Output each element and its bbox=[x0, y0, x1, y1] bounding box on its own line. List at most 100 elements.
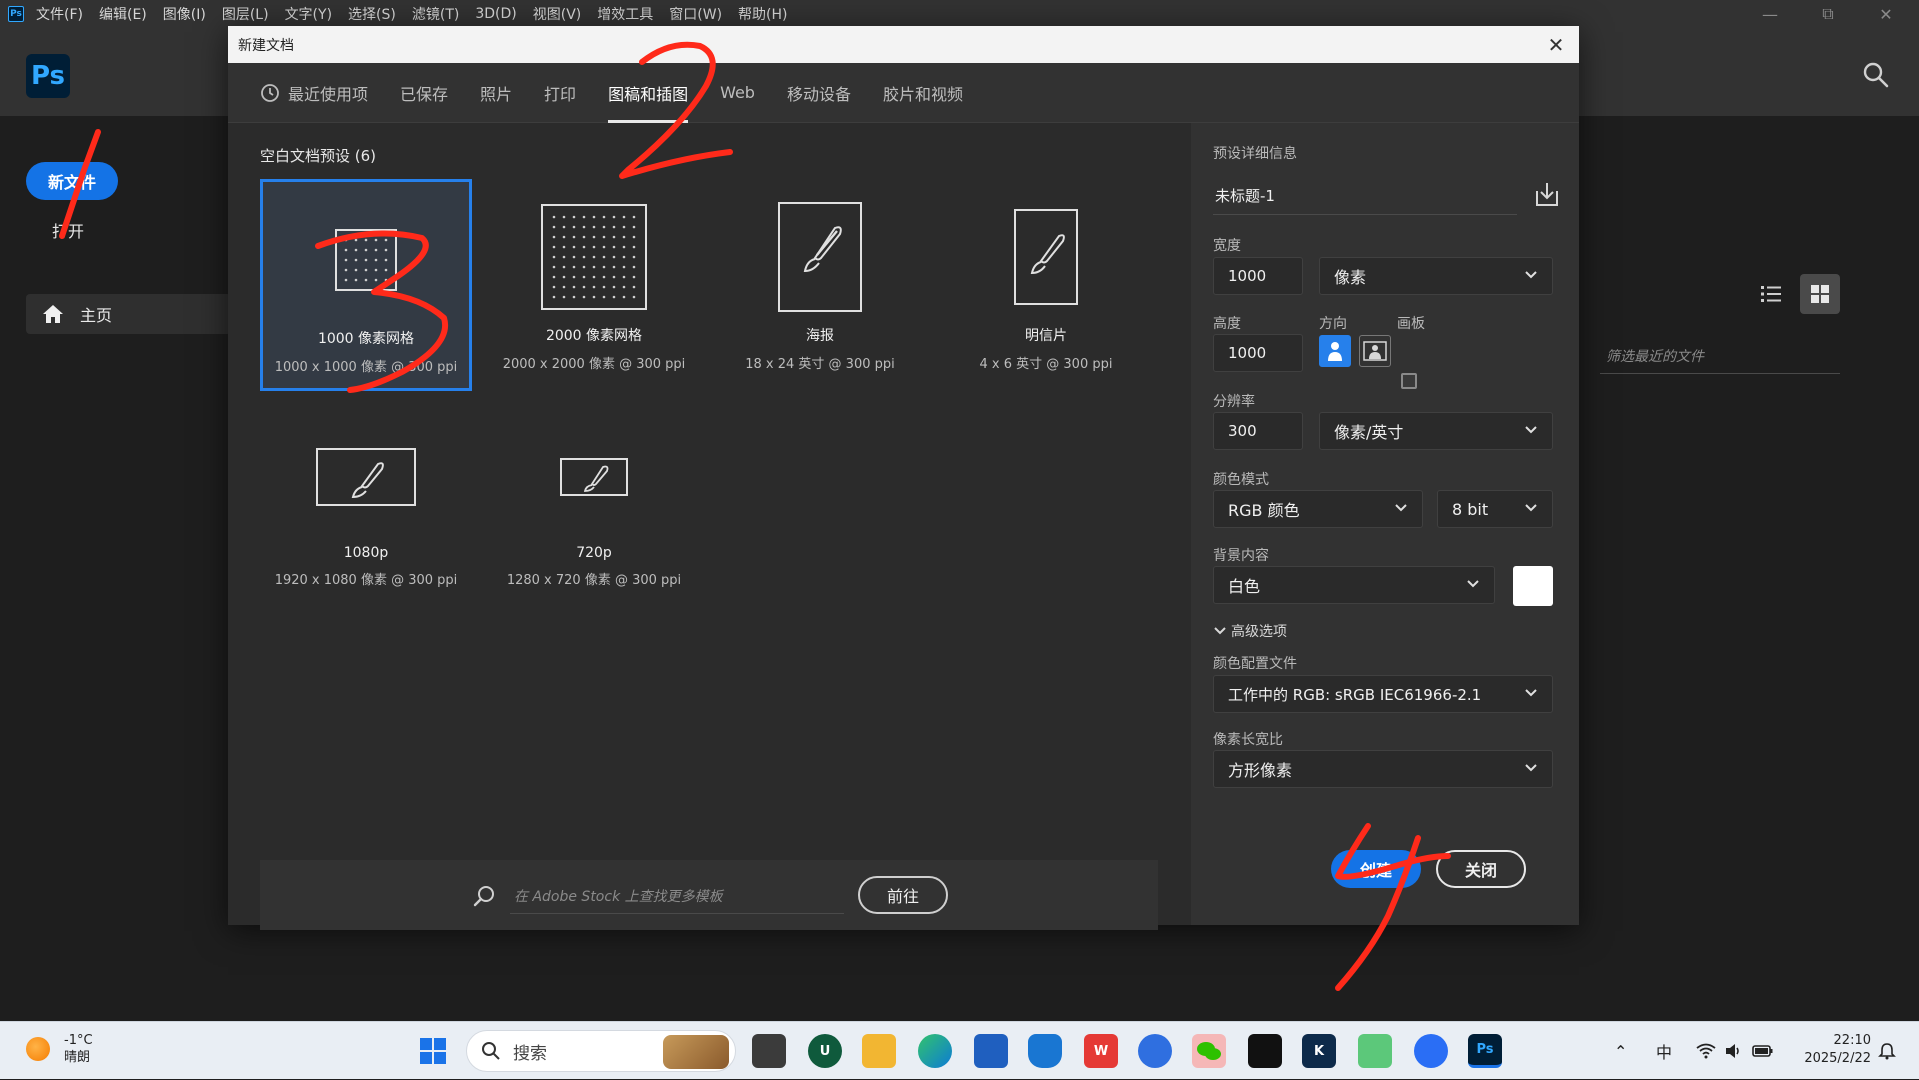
preset-card[interactable]: 720p 1280 x 720 像素 @ 300 ppi bbox=[488, 399, 700, 611]
taskbar-search[interactable]: 搜索 bbox=[466, 1030, 736, 1072]
sidebar-item-label: 主页 bbox=[80, 306, 113, 325]
file-explorer-icon[interactable] bbox=[862, 1034, 896, 1068]
filter-recent-input[interactable]: 筛选最近的文件 bbox=[1600, 338, 1840, 374]
color-mode-select[interactable]: RGB 颜色 bbox=[1213, 490, 1423, 528]
tab-art-illustration[interactable]: 图稿和插图 bbox=[608, 63, 689, 123]
menu-3d[interactable]: 3D(D) bbox=[475, 6, 516, 22]
dialog-titlebar: 新建文档 ✕ bbox=[228, 26, 1579, 63]
preset-desc: 18 x 24 英寸 @ 300 ppi bbox=[745, 357, 895, 372]
preset-card[interactable]: 海报 18 x 24 英寸 @ 300 ppi bbox=[714, 179, 926, 391]
battery-icon[interactable] bbox=[1752, 1022, 1774, 1080]
window-close-icon[interactable]: ✕ bbox=[1857, 0, 1915, 28]
pixel-ratio-select[interactable]: 方形像素 bbox=[1213, 750, 1553, 788]
edge-icon[interactable] bbox=[918, 1034, 952, 1068]
preset-card[interactable]: 1000 像素网格 1000 x 1000 像素 @ 300 ppi bbox=[260, 179, 472, 391]
task-view-icon[interactable] bbox=[752, 1034, 786, 1068]
width-unit-select[interactable]: 像素 bbox=[1319, 257, 1553, 295]
remote-desktop-icon[interactable] bbox=[1358, 1034, 1392, 1068]
artboard-checkbox[interactable] bbox=[1401, 373, 1417, 389]
grid-view-icon[interactable] bbox=[1800, 274, 1840, 314]
baidu-icon[interactable] bbox=[1138, 1034, 1172, 1068]
preset-card[interactable]: 明信片 4 x 6 英寸 @ 300 ppi bbox=[940, 179, 1152, 391]
portrait-orientation-icon[interactable] bbox=[1319, 335, 1351, 367]
tab-film-video[interactable]: 胶片和视频 bbox=[883, 63, 963, 123]
dialog-close-icon[interactable]: ✕ bbox=[1543, 32, 1569, 58]
ime-indicator[interactable]: 中 bbox=[1656, 1022, 1672, 1080]
clock[interactable]: 22:10 2025/2/22 bbox=[1795, 1032, 1871, 1068]
app-dark-icon[interactable] bbox=[1248, 1034, 1282, 1068]
app-u-icon[interactable]: U bbox=[808, 1034, 842, 1068]
search-icon[interactable] bbox=[1861, 60, 1891, 90]
landscape-orientation-icon[interactable] bbox=[1359, 335, 1391, 367]
tab-mobile[interactable]: 移动设备 bbox=[787, 63, 851, 123]
preset-details-pane: 预设详细信息 未标题-1 宽度 1000 像素 高度 方向 画板 1000 分辨… bbox=[1191, 123, 1579, 925]
menu-image[interactable]: 图像(I) bbox=[163, 4, 206, 24]
background-label: 背景内容 bbox=[1213, 548, 1269, 564]
photoshop-taskbar-icon[interactable]: Ps bbox=[1468, 1034, 1502, 1068]
document-name-input[interactable]: 未标题-1 bbox=[1213, 177, 1517, 215]
goto-button[interactable]: 前往 bbox=[858, 876, 948, 914]
resolution-input[interactable]: 300 bbox=[1213, 412, 1303, 450]
tab-print[interactable]: 打印 bbox=[544, 63, 576, 123]
menu-window[interactable]: 窗口(W) bbox=[669, 4, 722, 24]
menu-layer[interactable]: 图层(L) bbox=[222, 4, 269, 24]
close-button[interactable]: 关闭 bbox=[1436, 850, 1526, 888]
height-input[interactable]: 1000 bbox=[1213, 334, 1303, 372]
list-view-icon[interactable] bbox=[1755, 278, 1787, 310]
app-blue-icon[interactable] bbox=[1414, 1034, 1448, 1068]
menu-edit[interactable]: 编辑(E) bbox=[99, 4, 147, 24]
preset-card[interactable]: 2000 像素网格 2000 x 2000 像素 @ 300 ppi bbox=[488, 179, 700, 391]
wps-icon[interactable]: W bbox=[1084, 1034, 1118, 1068]
wechat-icon[interactable] bbox=[1192, 1034, 1226, 1068]
volume-icon[interactable] bbox=[1724, 1022, 1742, 1080]
menu-filter[interactable]: 滤镜(T) bbox=[412, 4, 459, 24]
bit-depth-select[interactable]: 8 bit bbox=[1437, 490, 1553, 528]
store-icon[interactable] bbox=[974, 1034, 1008, 1068]
preset-card[interactable]: 1080p 1920 x 1080 像素 @ 300 ppi bbox=[260, 399, 472, 611]
brush-document-icon bbox=[1014, 209, 1078, 305]
menu-select[interactable]: 选择(S) bbox=[348, 4, 396, 24]
menu-view[interactable]: 视图(V) bbox=[533, 4, 582, 24]
background-select[interactable]: 白色 bbox=[1213, 566, 1495, 604]
dialog-title: 新建文档 bbox=[238, 37, 294, 54]
tab-web[interactable]: Web bbox=[720, 63, 755, 123]
background-color-swatch[interactable] bbox=[1513, 566, 1553, 606]
ps-app-icon: Ps bbox=[8, 6, 24, 22]
tab-recent[interactable]: 最近使用项 bbox=[260, 63, 368, 123]
width-input[interactable]: 1000 bbox=[1213, 257, 1303, 295]
tab-saved[interactable]: 已保存 bbox=[400, 63, 448, 123]
search-icon bbox=[482, 1042, 500, 1060]
new-document-dialog: 新建文档 ✕ 最近使用项 已保存 照片 打印 图稿和插图 Web 移动设备 胶片… bbox=[228, 26, 1579, 930]
save-preset-icon[interactable] bbox=[1531, 179, 1563, 211]
resolution-unit-select[interactable]: 像素/英寸 bbox=[1319, 412, 1553, 450]
advanced-options-toggle[interactable]: 高级选项 bbox=[1213, 621, 1287, 641]
sidebar-item-home[interactable]: 主页 bbox=[26, 294, 231, 334]
menu-file[interactable]: 文件(F) bbox=[36, 4, 83, 24]
height-label: 高度 bbox=[1213, 316, 1241, 332]
menu-type[interactable]: 文字(Y) bbox=[285, 4, 332, 24]
restore-icon[interactable]: ⧉ bbox=[1799, 0, 1857, 28]
wifi-icon[interactable] bbox=[1696, 1022, 1716, 1080]
minimize-icon[interactable]: — bbox=[1741, 0, 1799, 28]
category-tabs: 最近使用项 已保存 照片 打印 图稿和插图 Web 移动设备 胶片和视频 bbox=[228, 63, 1579, 123]
shield-icon[interactable] bbox=[1028, 1034, 1062, 1068]
color-profile-select[interactable]: 工作中的 RGB: sRGB IEC61966-2.1 bbox=[1213, 675, 1553, 713]
tab-photo[interactable]: 照片 bbox=[480, 63, 512, 123]
preset-desc: 1000 x 1000 像素 @ 300 ppi bbox=[274, 360, 458, 375]
open-button[interactable]: 打开 bbox=[52, 218, 84, 242]
search-icon bbox=[473, 886, 494, 907]
menu-plugins[interactable]: 增效工具 bbox=[597, 4, 653, 24]
create-button[interactable]: 创建 bbox=[1331, 850, 1421, 888]
chevron-down-icon bbox=[1525, 271, 1537, 279]
notification-bell-icon[interactable] bbox=[1878, 1022, 1896, 1080]
app-k-icon[interactable]: K bbox=[1302, 1034, 1336, 1068]
chevron-down-icon bbox=[1467, 580, 1479, 588]
menu-help[interactable]: 帮助(H) bbox=[738, 4, 787, 24]
tray-chevron-icon[interactable]: ⌃ bbox=[1614, 1022, 1627, 1080]
new-file-button[interactable]: 新文件 bbox=[26, 162, 118, 200]
stock-search-input[interactable]: 在 Adobe Stock 上查找更多模板 bbox=[510, 878, 844, 914]
taskbar: -1°C 晴朗 搜索 U W K Ps ⌃ 中 22:10 2025/2/22 bbox=[0, 1021, 1919, 1079]
windows-start-icon[interactable] bbox=[416, 1034, 450, 1068]
clock-time: 22:10 bbox=[1833, 1033, 1871, 1048]
weather-widget[interactable]: -1°C 晴朗 bbox=[26, 1032, 93, 1066]
